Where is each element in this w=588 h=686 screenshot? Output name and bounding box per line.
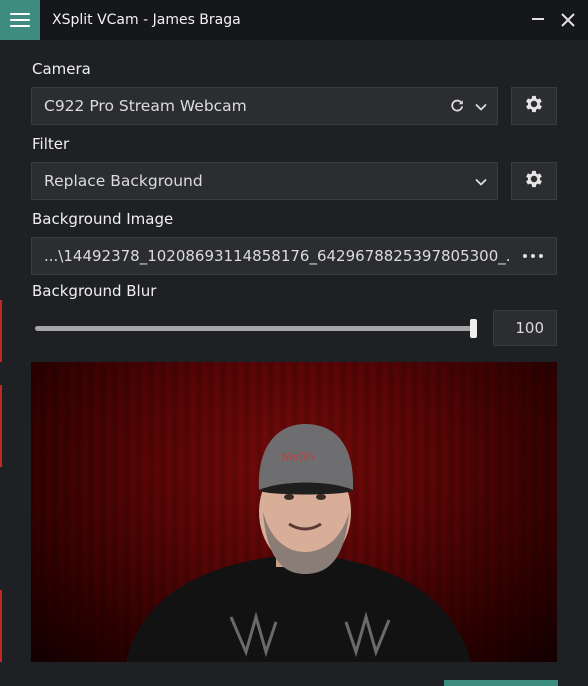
close-icon[interactable]	[558, 10, 578, 30]
filter-select[interactable]: Replace Background	[31, 162, 498, 200]
title-bar: XSplit VCam - James Braga	[0, 0, 588, 40]
more-horizontal-icon[interactable]	[523, 254, 543, 258]
window-title: XSplit VCam - James Braga	[52, 12, 241, 28]
filter-settings-button[interactable]	[511, 162, 557, 200]
background-image-label: Background Image	[32, 210, 174, 228]
background-image-field[interactable]: ...\14492378_10208693114858176_642967882…	[31, 237, 557, 275]
person-silhouette	[126, 424, 471, 662]
gear-icon	[523, 168, 545, 194]
cap-logo-text: Netflix	[280, 451, 316, 464]
vcam-window: XSplit VCam - James Braga Camera C922 Pr…	[0, 0, 588, 686]
background-blur-label: Background Blur	[32, 282, 157, 300]
blur-value-input[interactable]: 100	[493, 310, 557, 346]
edge-accent	[0, 300, 2, 362]
background-image-path: ...\14492378_10208693114858176_642967882…	[44, 247, 512, 265]
camera-settings-button[interactable]	[511, 87, 557, 125]
edge-accent	[0, 590, 2, 662]
blur-slider-track[interactable]	[35, 326, 475, 331]
camera-selected-value: C922 Pro Stream Webcam	[44, 97, 247, 115]
bottom-action-button-edge[interactable]	[444, 680, 558, 686]
gear-icon	[523, 93, 545, 119]
blur-slider-thumb[interactable]	[470, 319, 477, 338]
refresh-icon[interactable]	[449, 98, 465, 114]
filter-selected-value: Replace Background	[44, 172, 203, 190]
chevron-down-icon[interactable]	[474, 99, 488, 113]
chevron-down-icon[interactable]	[474, 174, 488, 188]
hamburger-menu-icon[interactable]	[0, 0, 40, 40]
camera-preview: Netflix	[31, 362, 557, 662]
camera-select[interactable]: C922 Pro Stream Webcam	[31, 87, 498, 125]
edge-accent	[0, 385, 2, 467]
filter-label: Filter	[32, 135, 70, 153]
camera-label: Camera	[32, 60, 91, 78]
minimize-icon[interactable]	[528, 10, 548, 30]
